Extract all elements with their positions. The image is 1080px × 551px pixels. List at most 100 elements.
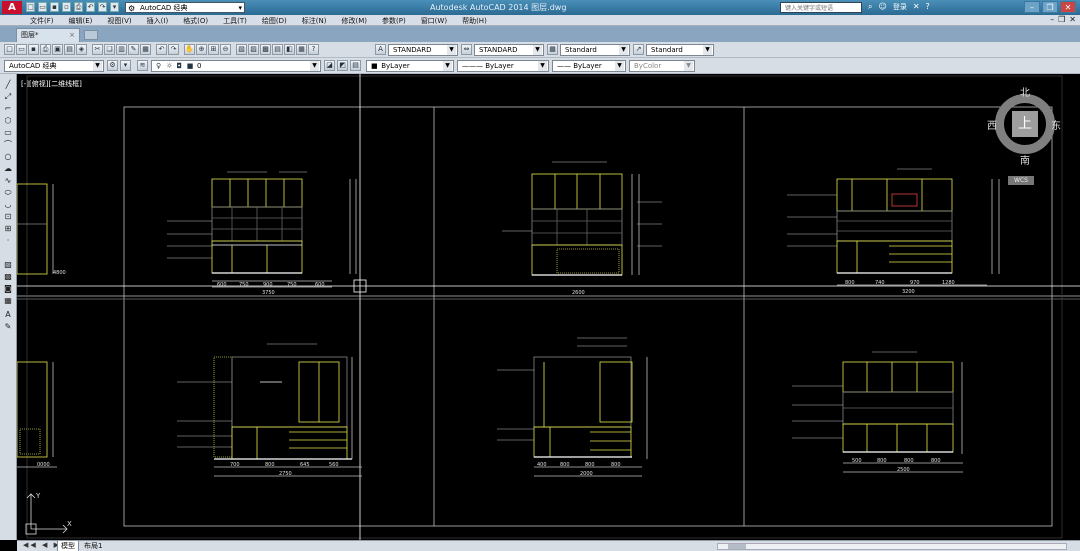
menu-insert[interactable]: 插入(I) [147, 16, 169, 26]
3dprint-icon[interactable]: ◈ [76, 44, 87, 55]
linetype-select[interactable]: ——— ByLayer ▼ [457, 60, 549, 72]
ellipse-arc-icon[interactable]: ◡ [2, 200, 14, 210]
menu-format[interactable]: 格式(O) [183, 16, 208, 26]
restore-button[interactable]: ❐ [1042, 1, 1058, 13]
workspace-customize-icon[interactable]: ▾ [120, 60, 131, 71]
menu-modify[interactable]: 修改(M) [341, 16, 367, 26]
close-button[interactable]: ✕ [1060, 1, 1076, 13]
design-center-icon[interactable]: ▨ [248, 44, 259, 55]
markup-icon[interactable]: ◧ [284, 44, 295, 55]
menu-dimension[interactable]: 标注(N) [302, 16, 327, 26]
make-current-icon[interactable]: ◪ [324, 60, 335, 71]
compass-north[interactable]: 北 [1020, 84, 1030, 99]
login-link[interactable]: 登录 [893, 2, 907, 12]
save-icon[interactable]: ▪ [50, 2, 59, 12]
plot-icon[interactable]: ⎙ [40, 44, 51, 55]
polyline-icon[interactable]: ⌐ [2, 104, 14, 114]
qat-dropdown-icon[interactable]: ▾ [110, 2, 119, 12]
menu-tools[interactable]: 工具(T) [223, 16, 247, 26]
wcs-menu[interactable]: WCS [1008, 176, 1034, 185]
doc-close-button[interactable]: ✕ [1069, 15, 1076, 24]
spline-icon[interactable]: ∿ [2, 176, 14, 186]
search-input[interactable]: 键入关键字或短语 [780, 2, 862, 13]
zoom-previous-icon[interactable]: ⊖ [220, 44, 231, 55]
zoom-window-icon[interactable]: ⊞ [208, 44, 219, 55]
close-icon[interactable]: × [69, 29, 75, 41]
menu-window[interactable]: 窗口(W) [421, 16, 447, 26]
make-block-icon[interactable]: ⊞ [2, 224, 14, 234]
zoom-realtime-icon[interactable]: ⊕ [196, 44, 207, 55]
document-tab[interactable]: 图层* × [16, 28, 80, 42]
ellipse-icon[interactable]: ⬭ [2, 188, 14, 198]
block-editor-icon[interactable]: ▦ [140, 44, 151, 55]
exchange-icon[interactable]: ✕ [913, 2, 920, 12]
open-icon[interactable]: ▭ [38, 2, 47, 12]
viewcube[interactable]: 上 北 南 东 西 [987, 84, 1063, 167]
menu-help[interactable]: 帮助(H) [462, 16, 487, 26]
compass-east[interactable]: 东 [1051, 117, 1061, 132]
user-icon[interactable]: ☺ [878, 2, 886, 12]
publish-icon[interactable]: ▤ [64, 44, 75, 55]
new-tab-button[interactable] [84, 30, 98, 40]
dim-style-select[interactable]: STANDARD ▼ [474, 44, 544, 56]
workspace-switcher[interactable]: ⚙ AutoCAD 经典 ▾ [125, 2, 245, 13]
arc-icon[interactable]: ⌒ [2, 140, 14, 150]
layer-previous-icon[interactable]: ◩ [337, 60, 348, 71]
menu-file[interactable]: 文件(F) [30, 16, 54, 26]
tab-layout1[interactable]: 布局1 [81, 541, 105, 551]
region-icon[interactable]: ◙ [2, 284, 14, 294]
preview-icon[interactable]: ▣ [52, 44, 63, 55]
construction-line-icon[interactable]: ⤢ [2, 92, 14, 102]
layer-state-icon[interactable]: ▤ [350, 60, 361, 71]
redo-icon[interactable]: ↷ [98, 2, 107, 12]
tab-model[interactable]: 模型 [57, 541, 79, 551]
workspace-settings-icon[interactable]: ⚙ [107, 60, 118, 71]
compass-south[interactable]: 南 [1020, 152, 1030, 167]
menu-edit[interactable]: 编辑(E) [69, 16, 93, 26]
new-icon[interactable]: □ [26, 2, 35, 12]
match-properties-icon[interactable]: ✎ [128, 44, 139, 55]
add-selected-icon[interactable]: ✎ [2, 322, 14, 332]
polygon-icon[interactable]: ⬡ [2, 116, 14, 126]
saveas-icon[interactable]: ▫ [62, 2, 71, 12]
line-icon[interactable]: ╱ [2, 80, 14, 90]
gradient-icon[interactable]: ▩ [2, 272, 14, 282]
redo-icon[interactable]: ↷ [168, 44, 179, 55]
mleader-style-select[interactable]: Standard ▼ [646, 44, 714, 56]
help-icon[interactable]: ? [308, 44, 319, 55]
circle-icon[interactable]: ○ [2, 152, 14, 162]
viewcube-top-face[interactable]: 上 [1012, 111, 1038, 137]
layer-properties-icon[interactable]: ≋ [137, 60, 148, 71]
open-icon[interactable]: ▭ [16, 44, 27, 55]
hatch-icon[interactable]: ▨ [2, 260, 14, 270]
mtext-icon[interactable]: A [2, 310, 14, 320]
text-style-select[interactable]: STANDARD ▼ [388, 44, 458, 56]
plotstyle-select[interactable]: ByColor ▼ [629, 60, 695, 72]
new-icon[interactable]: □ [4, 44, 15, 55]
insert-block-icon[interactable]: ⊡ [2, 212, 14, 222]
sheet-set-icon[interactable]: ▤ [272, 44, 283, 55]
pan-icon[interactable]: ✋ [184, 44, 195, 55]
scrollbar-thumb[interactable] [728, 544, 746, 549]
color-select[interactable]: ■ ByLayer ▼ [366, 60, 454, 72]
table-icon[interactable]: ▦ [2, 296, 14, 306]
undo-icon[interactable]: ↶ [86, 2, 95, 12]
autocad-logo-icon[interactable]: A [2, 1, 22, 14]
undo-icon[interactable]: ↶ [156, 44, 167, 55]
menu-parameters[interactable]: 参数(P) [382, 16, 406, 26]
doc-minimize-button[interactable]: – [1050, 15, 1054, 24]
save-icon[interactable]: ▪ [28, 44, 39, 55]
menu-draw[interactable]: 绘图(D) [262, 16, 287, 26]
revcloud-icon[interactable]: ☁ [2, 164, 14, 174]
cut-icon[interactable]: ✂ [92, 44, 103, 55]
doc-restore-button[interactable]: ❐ [1058, 15, 1065, 24]
compass-west[interactable]: 西 [987, 117, 997, 132]
horizontal-scrollbar[interactable] [717, 543, 1067, 550]
paste-icon[interactable]: ▥ [116, 44, 127, 55]
layer-select[interactable]: ♀ ☼ ◘ ■ 0 ▼ [151, 60, 321, 72]
binoculars-icon[interactable]: ⌕ [868, 2, 872, 12]
drawing-canvas[interactable]: [-][俯视][二维线框] Y X 600 750 900 750 600 37… [17, 74, 1080, 540]
menu-view[interactable]: 视图(V) [107, 16, 131, 26]
plot-icon[interactable]: ⎙ [74, 2, 83, 12]
rectangle-icon[interactable]: ▭ [2, 128, 14, 138]
